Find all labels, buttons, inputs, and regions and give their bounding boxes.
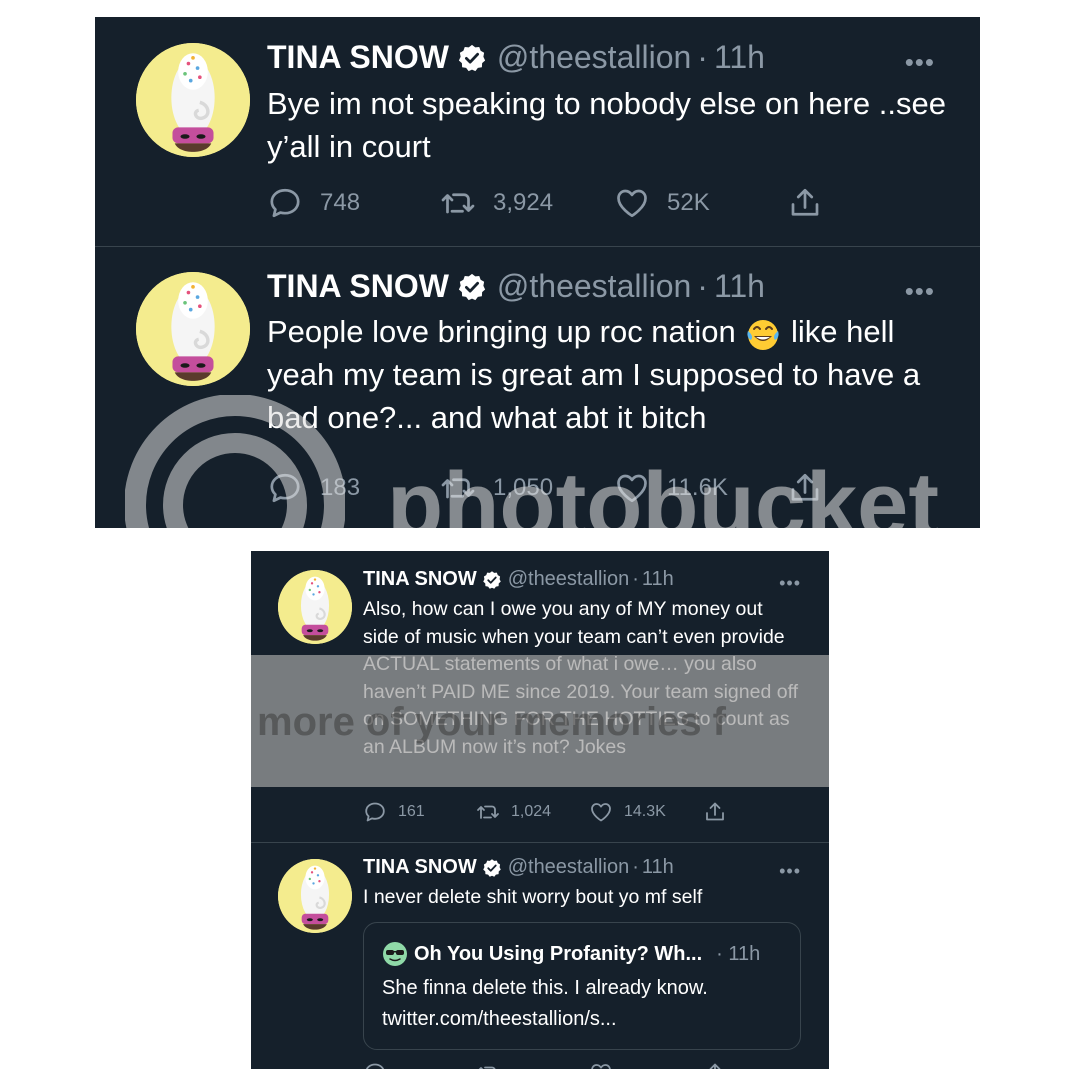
tweet-header: TINA SNOW @theestallion · 11h: [363, 856, 674, 879]
timestamp[interactable]: 11h: [642, 856, 674, 879]
tweet-text-part: People love bringing up roc nation: [267, 314, 745, 349]
like-icon: [589, 800, 613, 824]
timestamp[interactable]: 11h: [714, 39, 765, 76]
photobucket-watermark-text: photobucket: [387, 454, 939, 528]
tweet-header: TINA SNOW @theestallion · 11h: [267, 39, 765, 76]
tweet-header: TINA SNOW @theestallion · 11h: [363, 568, 674, 591]
avatar[interactable]: [278, 859, 352, 933]
share-button[interactable]: [787, 185, 823, 221]
avatar-image: [136, 43, 250, 157]
like-button[interactable]: 52K: [614, 185, 710, 221]
retweet-icon: [440, 185, 476, 221]
separator-dot: ·: [632, 856, 639, 878]
retweet-button[interactable]: [476, 1061, 500, 1069]
reply-button[interactable]: [363, 1061, 387, 1069]
quoted-tweet-text: She finna delete this. I already know. t…: [382, 977, 708, 1030]
user-handle[interactable]: @theestallion: [497, 268, 691, 305]
share-button[interactable]: [703, 800, 727, 824]
tweet[interactable]: TINA SNOW @theestallion · 11h ••• I neve…: [251, 843, 829, 1069]
memories-watermark-text: more of your memories f: [257, 700, 727, 744]
quoted-tweet[interactable]: Oh You Using Profanity? Wh... · 11h She …: [363, 922, 801, 1050]
top-screenshot-panel: TINA SNOW @theestallion · 11h ••• Bye im…: [95, 17, 980, 528]
display-name[interactable]: TINA SNOW: [267, 268, 449, 305]
retweet-button[interactable]: 3,924: [440, 185, 553, 221]
reply-count: 161: [398, 803, 425, 820]
more-options-icon[interactable]: •••: [779, 861, 801, 882]
reply-icon: [363, 1061, 387, 1069]
reply-button[interactable]: 161: [363, 800, 425, 824]
verified-badge-icon: [457, 272, 487, 302]
share-icon: [787, 185, 823, 221]
sunglasses-face-icon: [383, 942, 407, 966]
separator-dot: ·: [697, 39, 708, 75]
separator-dot: ·: [632, 568, 639, 590]
like-icon: [614, 185, 650, 221]
verified-badge-icon: [482, 570, 502, 590]
separator-dot: ·: [697, 268, 708, 304]
face-with-tears-of-joy-icon: [747, 319, 779, 350]
avatar[interactable]: [136, 43, 250, 157]
like-button[interactable]: [589, 1061, 613, 1069]
bottom-screenshot-panel: TINA SNOW @theestallion · 11h ••• Also, …: [251, 551, 829, 1069]
tweet-text: I never delete shit worry bout yo mf sel…: [363, 886, 703, 908]
avatar-image: [136, 272, 250, 386]
avatar[interactable]: [278, 570, 352, 644]
share-button[interactable]: [703, 1061, 727, 1069]
more-options-icon[interactable]: •••: [779, 573, 801, 594]
timestamp[interactable]: 11h: [642, 568, 674, 591]
like-icon: [589, 1061, 613, 1069]
tweet-header: TINA SNOW @theestallion · 11h: [267, 268, 765, 305]
reply-icon: [363, 800, 387, 824]
retweet-count: 3,924: [493, 189, 554, 216]
tweet[interactable]: TINA SNOW @theestallion · 11h ••• Bye im…: [95, 17, 980, 246]
verified-badge-icon: [457, 43, 487, 73]
quoted-timestamp[interactable]: · 11h: [716, 943, 760, 966]
user-handle[interactable]: @theestallion: [497, 39, 691, 76]
like-count: 52K: [667, 189, 710, 216]
share-icon: [703, 1061, 727, 1069]
more-options-icon[interactable]: •••: [905, 47, 935, 78]
timestamp[interactable]: 11h: [714, 268, 765, 305]
photobucket-logo-watermark: [125, 395, 345, 528]
reply-button[interactable]: 748: [267, 185, 360, 221]
like-count: 14.3K: [624, 803, 666, 820]
verified-badge-icon: [482, 858, 502, 878]
tweet-text: Bye im not speaking to nobody else on he…: [267, 86, 946, 164]
user-handle[interactable]: @theestallion: [508, 568, 629, 591]
more-options-icon[interactable]: •••: [905, 276, 935, 307]
avatar-image: [278, 859, 352, 933]
display-name[interactable]: TINA SNOW: [363, 856, 477, 879]
quoted-tweet-header: Oh You Using Profanity? Wh... · 11h: [382, 941, 760, 967]
display-name[interactable]: TINA SNOW: [267, 39, 449, 76]
retweet-count: 1,024: [511, 803, 552, 820]
avatar-image: [278, 570, 352, 644]
user-handle[interactable]: @theestallion: [508, 856, 629, 879]
retweet-icon: [476, 1061, 500, 1069]
quoted-display-name[interactable]: Oh You Using Profanity? Wh...: [414, 943, 702, 966]
tweet-text: People love bringing up roc nation like …: [267, 310, 957, 439]
retweet-icon: [476, 800, 500, 824]
retweet-button[interactable]: 1,024: [476, 800, 551, 824]
reply-count: 748: [320, 189, 361, 216]
like-button[interactable]: 14.3K: [589, 800, 666, 824]
avatar[interactable]: [136, 272, 250, 386]
display-name[interactable]: TINA SNOW: [363, 568, 477, 591]
share-icon: [703, 800, 727, 824]
reply-icon: [267, 185, 303, 221]
